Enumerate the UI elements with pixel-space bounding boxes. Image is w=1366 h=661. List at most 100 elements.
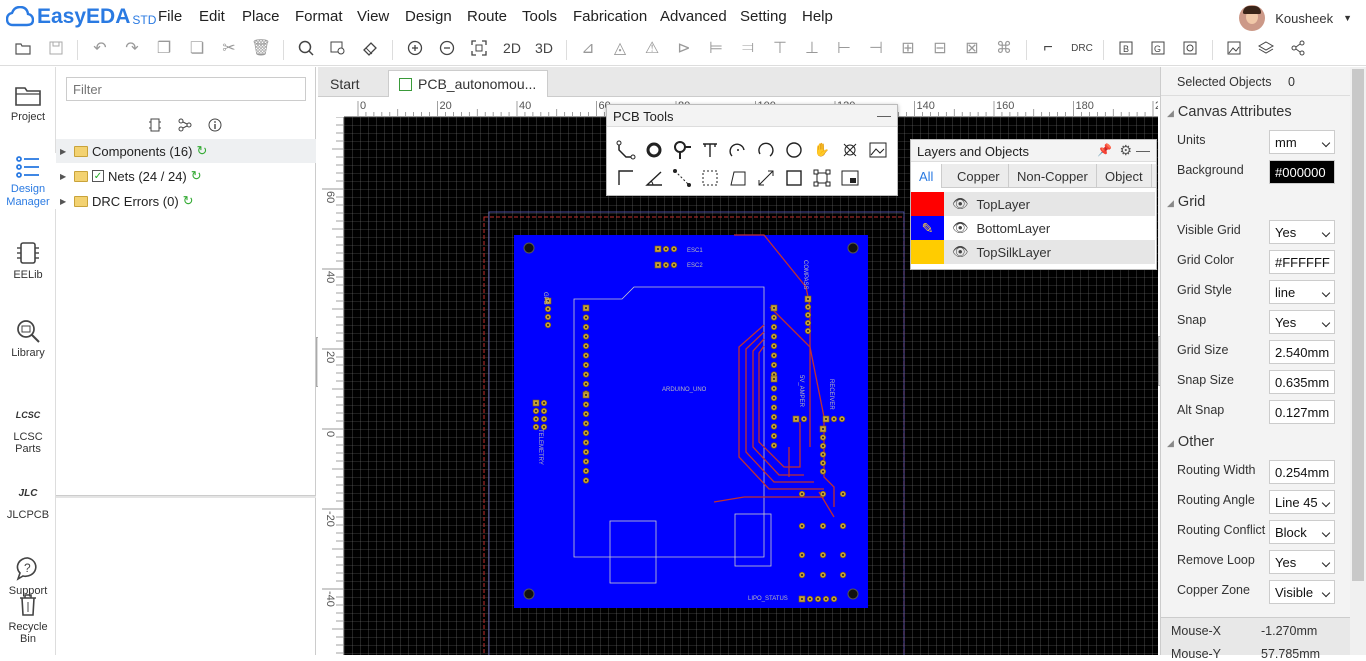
pin-icon[interactable]: 📌 (1097, 143, 1112, 157)
align-bottom-icon[interactable]: ⊥ (801, 37, 823, 59)
component-icon[interactable] (148, 118, 162, 132)
zoom-out-icon[interactable] (436, 37, 458, 59)
layers-icon[interactable] (1255, 37, 1277, 59)
via-tool-icon[interactable] (671, 139, 693, 161)
align-middle-icon[interactable]: ⊣ (865, 37, 887, 59)
nav-recycle-bin[interactable]: Recycle Bin (0, 591, 56, 645)
layers-tab-copper[interactable]: Copper (949, 164, 1009, 188)
nav-design-manager[interactable]: Design Manager (0, 153, 56, 209)
layer-row-top[interactable]: 👁 TopLayer (911, 192, 1155, 216)
menu-route[interactable]: Route (467, 8, 507, 25)
easyeda-logo[interactable]: EasyEDA STD (6, 4, 156, 30)
eye-icon[interactable]: 👁 (952, 244, 969, 260)
eye-icon[interactable]: 👁 (952, 196, 969, 212)
menu-place[interactable]: Place (242, 8, 280, 25)
menu-fabrication[interactable]: Fabrication (573, 8, 647, 25)
arc-tool-icon[interactable] (727, 139, 749, 161)
snap-size-input[interactable]: 0.635mm (1269, 370, 1335, 394)
align-icon[interactable]: ⊿ (577, 37, 599, 59)
tree-components[interactable]: ▶ Components (16) ↻ (56, 139, 316, 163)
refresh-icon[interactable]: ↻ (183, 193, 194, 209)
tree-nets[interactable]: ▶ ✓ Nets (24 / 24) ↻ (56, 164, 316, 188)
properties-scrollbar[interactable] (1350, 67, 1366, 655)
save-icon[interactable] (45, 37, 67, 59)
refresh-icon[interactable]: ↻ (191, 168, 202, 184)
gerber-icon[interactable]: G (1147, 37, 1169, 59)
open-folder-icon[interactable] (12, 37, 34, 59)
nav-lcsc-parts[interactable]: LCSC LCSC Parts (0, 401, 56, 455)
redo-icon[interactable]: ↷ (121, 37, 143, 59)
tree-drc-errors[interactable]: ▶ DRC Errors (0) ↻ (56, 189, 316, 213)
layer-row-bottom[interactable]: ✎ 👁 BottomLayer (911, 216, 1155, 240)
align-top-icon[interactable]: ⊤ (769, 37, 791, 59)
circle-tool-icon[interactable] (783, 139, 805, 161)
pcb-board[interactable] (514, 235, 868, 608)
eraser-icon[interactable] (359, 37, 381, 59)
solid-region-icon[interactable] (727, 167, 749, 189)
view-2d-button[interactable]: 2D (497, 37, 527, 59)
drc-button[interactable]: DRC (1069, 37, 1095, 59)
filter-input[interactable] (66, 77, 306, 101)
panel-splitter[interactable] (56, 495, 316, 498)
copper-area-icon[interactable] (839, 139, 861, 161)
route-icon[interactable]: ⌐ (1037, 37, 1059, 59)
minimize-icon[interactable]: — (1136, 142, 1150, 158)
pick-place-icon[interactable] (1179, 37, 1201, 59)
pcb-tools-title[interactable]: PCB Tools — (607, 105, 897, 127)
angle-tool-icon[interactable] (643, 167, 665, 189)
undo-icon[interactable]: ↶ (89, 37, 111, 59)
menu-design[interactable]: Design (405, 8, 452, 25)
grid-size-input[interactable]: 2.540mm (1269, 340, 1335, 364)
layers-tab-all[interactable]: All (911, 164, 943, 188)
grid-color-input[interactable]: #FFFFFF (1269, 250, 1335, 274)
nets-checkbox[interactable]: ✓ (92, 170, 104, 182)
image-tool-icon[interactable] (867, 139, 889, 161)
refresh-icon[interactable]: ↻ (196, 143, 207, 159)
find-similar-icon[interactable] (327, 37, 349, 59)
measure-icon[interactable] (755, 167, 777, 189)
group-tool-icon[interactable] (811, 167, 833, 189)
menu-view[interactable]: View (357, 8, 389, 25)
info-icon[interactable] (208, 118, 222, 132)
tab-pcb[interactable]: PCB_autonomou... (388, 70, 548, 97)
nav-eelib[interactable]: EELib (0, 239, 56, 281)
nav-library[interactable]: Library (0, 317, 56, 359)
image-icon[interactable] (1223, 37, 1245, 59)
routing-conflict-select[interactable]: Block (1269, 520, 1335, 544)
remove-loop-select[interactable]: Yes (1269, 550, 1335, 574)
tab-start[interactable]: Start (320, 70, 386, 97)
layers-panel-title[interactable]: Layers and Objects 📌 ⚙ — (911, 140, 1156, 162)
distribute-icon[interactable]: ⊟ (929, 37, 951, 59)
units-select[interactable]: mm (1269, 130, 1335, 154)
copper-zone-select[interactable]: Visible (1269, 580, 1335, 604)
distribute-2-icon[interactable]: ⊠ (961, 37, 983, 59)
layer-row-topsilk[interactable]: 👁 TopSilkLayer (911, 240, 1155, 264)
menu-advanced[interactable]: Advanced (660, 8, 727, 25)
fit-view-icon[interactable] (468, 37, 490, 59)
view-3d-button[interactable]: 3D (529, 37, 559, 59)
user-menu[interactable]: Kousheek ▼ (1239, 5, 1352, 31)
text-tool-icon[interactable] (699, 139, 721, 161)
canvas-origin-icon[interactable] (839, 167, 861, 189)
menu-edit[interactable]: Edit (199, 8, 225, 25)
pan-hand-icon[interactable]: ✋ (811, 139, 833, 161)
align-left-icon[interactable]: ⊨ (705, 37, 727, 59)
bom-icon[interactable]: B (1115, 37, 1137, 59)
layer-color-swatch[interactable] (911, 240, 944, 264)
menu-setting[interactable]: Setting (740, 8, 787, 25)
routing-angle-select[interactable]: Line 45 (1269, 490, 1335, 514)
eye-icon[interactable]: 👁 (952, 220, 969, 236)
net-icon[interactable] (178, 118, 192, 132)
rectangle-tool-icon[interactable] (783, 167, 805, 189)
dimension-tool-icon[interactable] (615, 167, 637, 189)
layers-tab-object[interactable]: Object (1097, 164, 1152, 188)
nav-jlcpcb[interactable]: JLC JLCPCB (0, 479, 56, 522)
delete-icon[interactable]: 🗑 (250, 37, 272, 59)
alt-snap-input[interactable]: 0.127mm (1269, 400, 1335, 424)
pencil-icon[interactable]: ✎ (911, 216, 944, 240)
search-icon[interactable] (295, 37, 317, 59)
pad-tool-icon[interactable] (643, 139, 665, 161)
routing-width-input[interactable]: 0.254mm (1269, 460, 1335, 484)
paste-icon[interactable]: ❏ (186, 37, 208, 59)
background-color-input[interactable]: #000000 (1269, 160, 1335, 184)
